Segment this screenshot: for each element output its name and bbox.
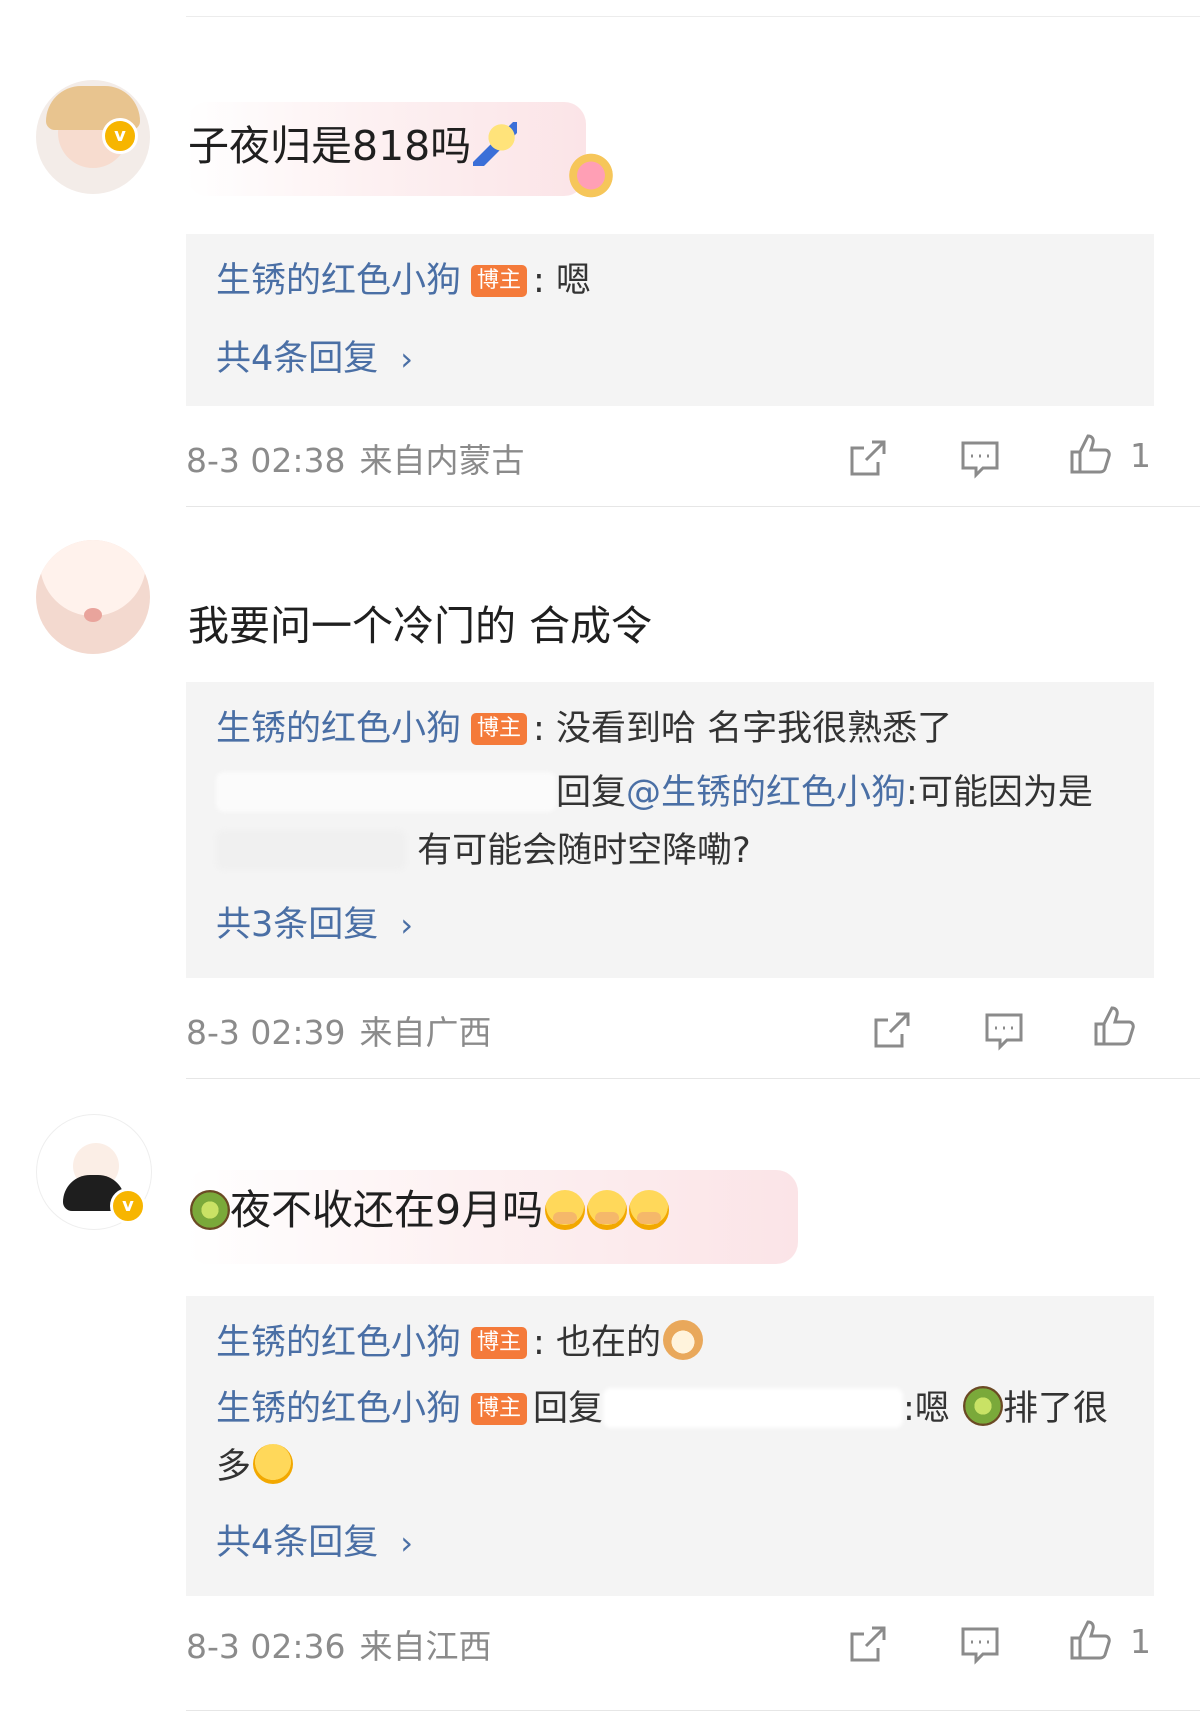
reply-author-link[interactable]: 生锈的红色小狗 bbox=[216, 1389, 461, 1429]
heart-decoration-icon bbox=[563, 148, 619, 198]
reply-preview-box[interactable]: 生锈的红色小狗 博主: 没看到哈 名字我很熟悉了 回复@生锈的红色小狗:可能因为是… bbox=[186, 682, 1154, 978]
comment-location: 来自广西 bbox=[359, 1013, 492, 1052]
comment-text: 子夜归是818吗 bbox=[188, 120, 518, 172]
kiwi-emoji-icon bbox=[962, 1386, 1003, 1426]
blogger-badge: 博主 bbox=[471, 265, 528, 297]
blogger-badge: 博主 bbox=[471, 1327, 528, 1359]
comment-location: 来自江西 bbox=[359, 1627, 492, 1666]
redacted-username bbox=[603, 1388, 904, 1428]
kiwi-emoji-icon bbox=[190, 1190, 230, 1230]
top-divider bbox=[186, 16, 1200, 17]
avatar[interactable] bbox=[36, 540, 150, 654]
reply-preview-box[interactable]: 生锈的红色小狗 博主: 嗯 共4条回复 › bbox=[186, 234, 1154, 406]
comment-location: 来自内蒙古 bbox=[359, 441, 525, 480]
view-more-replies-link[interactable]: 共4条回复 › bbox=[216, 330, 413, 381]
emoji-icon bbox=[473, 122, 518, 166]
comment-meta: 8-3 02:39 来自广西 bbox=[186, 1006, 492, 1054]
comment-icon[interactable] bbox=[958, 436, 1002, 480]
comment-meta: 8-3 02:36 来自江西 bbox=[186, 1620, 492, 1668]
blogger-badge: 博主 bbox=[471, 1393, 528, 1425]
doge-emoji-icon bbox=[662, 1320, 703, 1360]
reply-item: 生锈的红色小狗 博主: 没看到哈 名字我很熟悉了 bbox=[216, 709, 953, 749]
comment-time: 8-3 02:38 bbox=[186, 441, 346, 480]
like-count: 1 bbox=[1130, 1622, 1151, 1661]
mention-link[interactable]: @生锈的红色小狗 bbox=[626, 773, 906, 813]
like-count: 1 bbox=[1130, 436, 1151, 475]
like-icon[interactable] bbox=[1068, 432, 1112, 476]
like-icon[interactable] bbox=[1092, 1004, 1136, 1048]
verified-badge-icon: v bbox=[102, 118, 138, 154]
reply-item: 生锈的红色小狗 博主: 嗯 bbox=[216, 261, 591, 301]
reply-author-link[interactable]: 生锈的红色小狗 bbox=[216, 709, 461, 749]
comment-meta: 8-3 02:38 来自内蒙古 bbox=[186, 434, 525, 482]
reply-item: 回复@生锈的红色小狗:可能因为是 bbox=[216, 770, 1093, 816]
chevron-right-icon: › bbox=[400, 340, 414, 378]
cover-face-emoji-icon bbox=[629, 1190, 670, 1230]
chevron-right-icon: › bbox=[400, 906, 414, 944]
reply-continuation: 有可能会随时空降嘞? bbox=[216, 828, 751, 874]
redacted-username bbox=[216, 772, 556, 812]
reply-content: 也在的 bbox=[555, 1323, 661, 1363]
divider bbox=[186, 1710, 1200, 1711]
reply-preview-box[interactable]: 生锈的红色小狗 博主: 也在的 生锈的红色小狗 博主 回复:嗯 排了很 多 共4条回复… bbox=[186, 1296, 1154, 1596]
comment-icon[interactable] bbox=[958, 1622, 1002, 1666]
reply-content: 没看到哈 名字我很熟悉了 bbox=[555, 709, 953, 749]
reply-content: 嗯 bbox=[555, 261, 591, 301]
like-icon[interactable] bbox=[1068, 1618, 1112, 1662]
comment-time: 8-3 02:39 bbox=[186, 1013, 346, 1052]
view-more-replies-link[interactable]: 共3条回复 › bbox=[216, 896, 413, 947]
blogger-badge: 博主 bbox=[471, 713, 528, 745]
reply-item: 生锈的红色小狗 博主 回复:嗯 排了很 bbox=[216, 1386, 1108, 1432]
reply-author-link[interactable]: 生锈的红色小狗 bbox=[216, 1323, 461, 1363]
view-more-replies-link[interactable]: 共4条回复 › bbox=[216, 1514, 413, 1565]
reply-item: 生锈的红色小狗 博主: 也在的 bbox=[216, 1320, 703, 1366]
laugh-cry-emoji-icon bbox=[253, 1444, 294, 1484]
share-icon[interactable] bbox=[846, 1622, 890, 1666]
divider bbox=[186, 506, 1200, 507]
share-icon[interactable] bbox=[870, 1008, 914, 1052]
share-icon[interactable] bbox=[846, 436, 890, 480]
reply-continuation: 多 bbox=[216, 1444, 294, 1490]
verified-badge-icon: v bbox=[110, 1188, 146, 1224]
comment-text: 夜不收还在9月吗 bbox=[188, 1184, 670, 1236]
comment-time: 8-3 02:36 bbox=[186, 1627, 346, 1666]
cover-face-emoji-icon bbox=[587, 1190, 628, 1230]
cover-face-emoji-icon bbox=[545, 1190, 586, 1230]
chevron-right-icon: › bbox=[400, 1524, 414, 1562]
divider bbox=[186, 1078, 1200, 1079]
redacted-text bbox=[216, 830, 406, 870]
reply-author-link[interactable]: 生锈的红色小狗 bbox=[216, 261, 461, 301]
comment-icon[interactable] bbox=[982, 1008, 1026, 1052]
comment-text: 我要问一个冷门的 合成令 bbox=[188, 602, 653, 650]
